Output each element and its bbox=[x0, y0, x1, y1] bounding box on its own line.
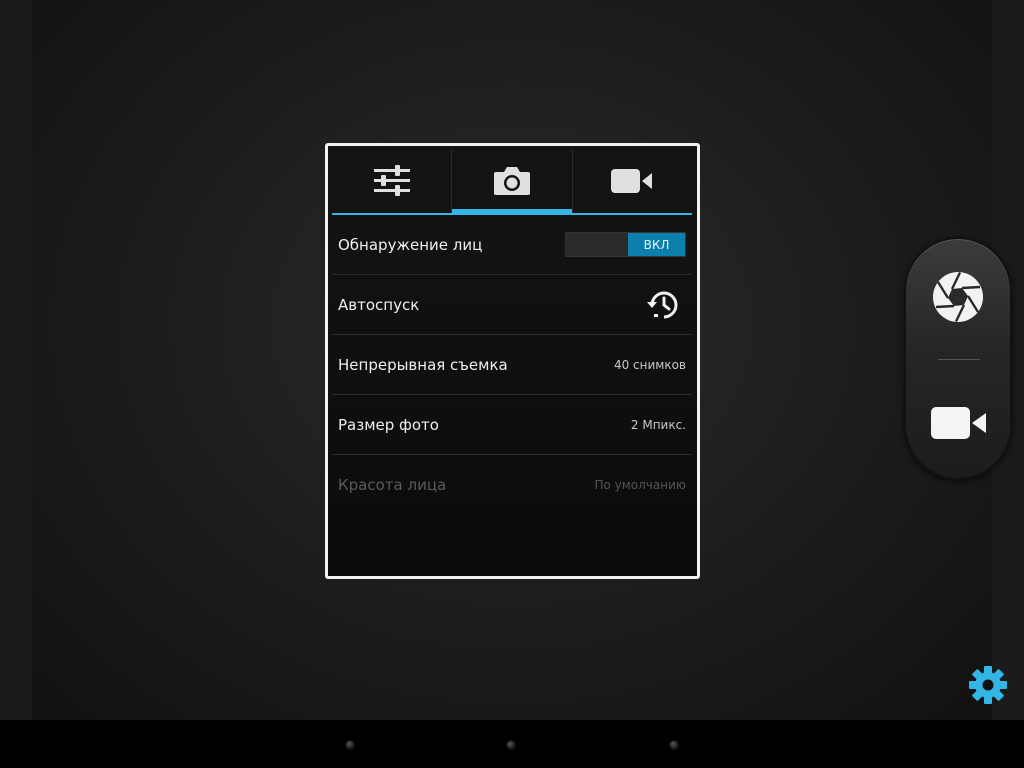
aperture-icon[interactable] bbox=[932, 271, 984, 323]
face-detection-label: Обнаружение лиц bbox=[338, 235, 483, 254]
nav-recents-button[interactable] bbox=[670, 741, 678, 749]
camera-settings-panel: Обнаружение лиц ВКЛ Автоспуск Непрерывна… bbox=[325, 143, 700, 579]
camera-icon bbox=[493, 167, 530, 195]
tab-general-settings[interactable] bbox=[332, 149, 453, 213]
toggle-off-area bbox=[566, 233, 628, 256]
setting-self-timer[interactable]: Автоспуск bbox=[332, 275, 692, 335]
shutter-controls bbox=[904, 237, 1012, 480]
setting-face-beauty: Красота лица По умолчанию bbox=[332, 455, 692, 515]
burst-shot-value: 40 снимков bbox=[613, 357, 686, 372]
face-beauty-value: По умолчанию bbox=[594, 478, 686, 492]
settings-list: Обнаружение лиц ВКЛ Автоспуск Непрерывна… bbox=[332, 215, 692, 515]
tab-photo-settings[interactable] bbox=[452, 149, 573, 215]
sliders-icon bbox=[373, 165, 410, 196]
nav-home-button[interactable] bbox=[507, 741, 515, 749]
shutter-divider bbox=[938, 359, 980, 360]
setting-burst-shot[interactable]: Непрерывная съемка 40 снимков bbox=[332, 335, 692, 395]
setting-photo-size[interactable]: Размер фото 2 Мпикс. bbox=[332, 395, 692, 455]
burst-shot-label: Непрерывная съемка bbox=[338, 355, 508, 374]
photo-size-value: 2 Мпикс. bbox=[630, 417, 686, 432]
face-beauty-label: Красота лица bbox=[338, 476, 447, 494]
toggle-on-label: ВКЛ bbox=[628, 233, 685, 256]
video-camera-icon bbox=[611, 169, 653, 193]
self-timer-label: Автоспуск bbox=[338, 295, 420, 314]
photo-size-label: Размер фото bbox=[338, 415, 439, 434]
video-camera-icon[interactable] bbox=[931, 407, 987, 439]
timer-icon bbox=[647, 291, 678, 318]
setting-face-detection[interactable]: Обнаружение лиц ВКЛ bbox=[332, 215, 692, 275]
tab-video-settings[interactable] bbox=[573, 149, 692, 213]
settings-gear-icon[interactable] bbox=[968, 665, 1008, 705]
face-detection-toggle[interactable]: ВКЛ bbox=[565, 232, 686, 257]
nav-back-button[interactable] bbox=[346, 741, 354, 749]
settings-tabs bbox=[332, 149, 692, 215]
